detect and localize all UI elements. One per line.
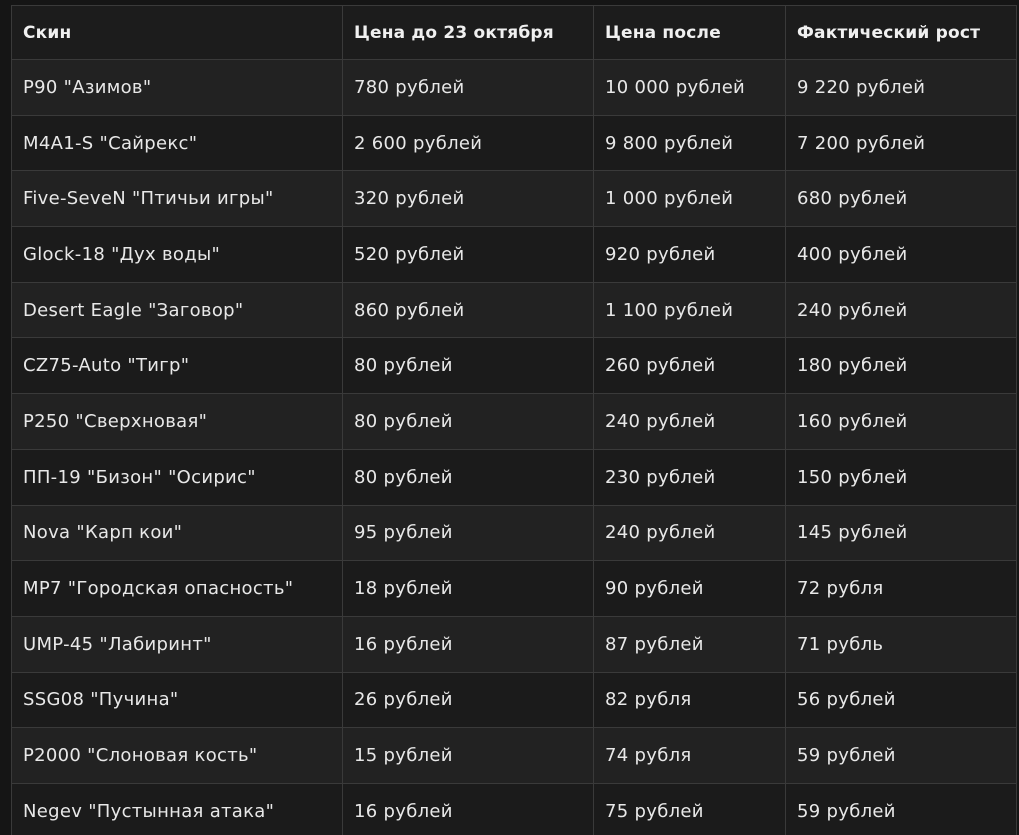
cell-price-before: 16 рублей <box>342 615 594 673</box>
table-header: Скин Цена до 23 октября Цена после Факти… <box>11 5 1017 60</box>
cell-price-after: 87 рублей <box>593 615 786 673</box>
skin-price-table: Скин Цена до 23 октября Цена после Факти… <box>11 5 1017 835</box>
cell-growth: 72 рубля <box>785 560 1017 617</box>
cell-price-before: 26 рублей <box>342 671 594 729</box>
column-header-skin: Скин <box>11 5 343 60</box>
header-row: Скин Цена до 23 октября Цена после Факти… <box>11 5 1017 60</box>
cell-price-before: 80 рублей <box>342 448 594 506</box>
cell-price-after: 90 рублей <box>593 560 786 617</box>
cell-skin: Five-SeveN "Птичьи игры" <box>11 170 343 228</box>
table-row: UMP-45 "Лабиринт" 16 рублей 87 рублей 71… <box>11 615 1017 673</box>
cell-growth: 59 рублей <box>785 727 1017 784</box>
cell-price-after: 240 рублей <box>593 393 786 450</box>
table-row: MP7 "Городская опасность" 18 рублей 90 р… <box>11 560 1017 617</box>
cell-price-before: 2 600 рублей <box>342 114 594 172</box>
column-header-price-before: Цена до 23 октября <box>342 5 594 60</box>
cell-skin: P90 "Азимов" <box>11 59 343 116</box>
table-row: CZ75-Auto "Тигр" 80 рублей 260 рублей 18… <box>11 337 1017 395</box>
cell-skin: Negev "Пустынная атака" <box>11 782 343 835</box>
cell-skin: SSG08 "Пучина" <box>11 671 343 729</box>
table-container: Скин Цена до 23 октября Цена после Факти… <box>0 0 1019 835</box>
table-row: P90 "Азимов" 780 рублей 10 000 рублей 9 … <box>11 59 1017 116</box>
cell-skin: ПП-19 "Бизон" "Осирис" <box>11 448 343 506</box>
cell-growth: 160 рублей <box>785 393 1017 450</box>
cell-growth: 7 200 рублей <box>785 114 1017 172</box>
cell-price-before: 15 рублей <box>342 727 594 784</box>
cell-skin: Glock-18 "Дух воды" <box>11 226 343 283</box>
cell-price-before: 95 рублей <box>342 504 594 562</box>
cell-price-before: 520 рублей <box>342 226 594 283</box>
table-row: Five-SeveN "Птичьи игры" 320 рублей 1 00… <box>11 170 1017 228</box>
cell-growth: 180 рублей <box>785 337 1017 395</box>
cell-price-before: 80 рублей <box>342 393 594 450</box>
cell-skin: UMP-45 "Лабиринт" <box>11 615 343 673</box>
cell-skin: P250 "Сверхновая" <box>11 393 343 450</box>
table-row: Desert Eagle "Заговор" 860 рублей 1 100 … <box>11 281 1017 339</box>
cell-growth: 680 рублей <box>785 170 1017 228</box>
table-row: M4A1-S "Сайрекс" 2 600 рублей 9 800 рубл… <box>11 114 1017 172</box>
table-row: Glock-18 "Дух воды" 520 рублей 920 рубле… <box>11 226 1017 283</box>
cell-growth: 56 рублей <box>785 671 1017 729</box>
column-header-actual-growth: Фактический рост <box>785 5 1017 60</box>
cell-skin: CZ75-Auto "Тигр" <box>11 337 343 395</box>
cell-price-before: 860 рублей <box>342 281 594 339</box>
cell-price-before: 780 рублей <box>342 59 594 116</box>
cell-price-after: 1 000 рублей <box>593 170 786 228</box>
cell-skin: MP7 "Городская опасность" <box>11 560 343 617</box>
table-row: Nova "Карп кои" 95 рублей 240 рублей 145… <box>11 504 1017 562</box>
cell-price-after: 240 рублей <box>593 504 786 562</box>
cell-price-after: 82 рубля <box>593 671 786 729</box>
cell-skin: P2000 "Слоновая кость" <box>11 727 343 784</box>
cell-price-after: 1 100 рублей <box>593 281 786 339</box>
cell-growth: 150 рублей <box>785 448 1017 506</box>
cell-price-before: 320 рублей <box>342 170 594 228</box>
table-row: Negev "Пустынная атака" 16 рублей 75 руб… <box>11 782 1017 835</box>
table-row: SSG08 "Пучина" 26 рублей 82 рубля 56 руб… <box>11 671 1017 729</box>
table-row: P250 "Сверхновая" 80 рублей 240 рублей 1… <box>11 393 1017 450</box>
cell-growth: 71 рубль <box>785 615 1017 673</box>
cell-skin: Desert Eagle "Заговор" <box>11 281 343 339</box>
cell-price-before: 80 рублей <box>342 337 594 395</box>
table-body: P90 "Азимов" 780 рублей 10 000 рублей 9 … <box>11 59 1017 835</box>
cell-price-after: 10 000 рублей <box>593 59 786 116</box>
cell-price-before: 16 рублей <box>342 782 594 835</box>
table-row: ПП-19 "Бизон" "Осирис" 80 рублей 230 руб… <box>11 448 1017 506</box>
cell-growth: 400 рублей <box>785 226 1017 283</box>
column-header-price-after: Цена после <box>593 5 786 60</box>
cell-growth: 9 220 рублей <box>785 59 1017 116</box>
cell-growth: 240 рублей <box>785 281 1017 339</box>
cell-price-after: 9 800 рублей <box>593 114 786 172</box>
cell-price-after: 260 рублей <box>593 337 786 395</box>
cell-skin: M4A1-S "Сайрекс" <box>11 114 343 172</box>
cell-price-after: 75 рублей <box>593 782 786 835</box>
table-row: P2000 "Слоновая кость" 15 рублей 74 рубл… <box>11 727 1017 784</box>
cell-price-after: 74 рубля <box>593 727 786 784</box>
cell-price-before: 18 рублей <box>342 560 594 617</box>
cell-price-after: 230 рублей <box>593 448 786 506</box>
cell-growth: 145 рублей <box>785 504 1017 562</box>
cell-growth: 59 рублей <box>785 782 1017 835</box>
cell-skin: Nova "Карп кои" <box>11 504 343 562</box>
cell-price-after: 920 рублей <box>593 226 786 283</box>
